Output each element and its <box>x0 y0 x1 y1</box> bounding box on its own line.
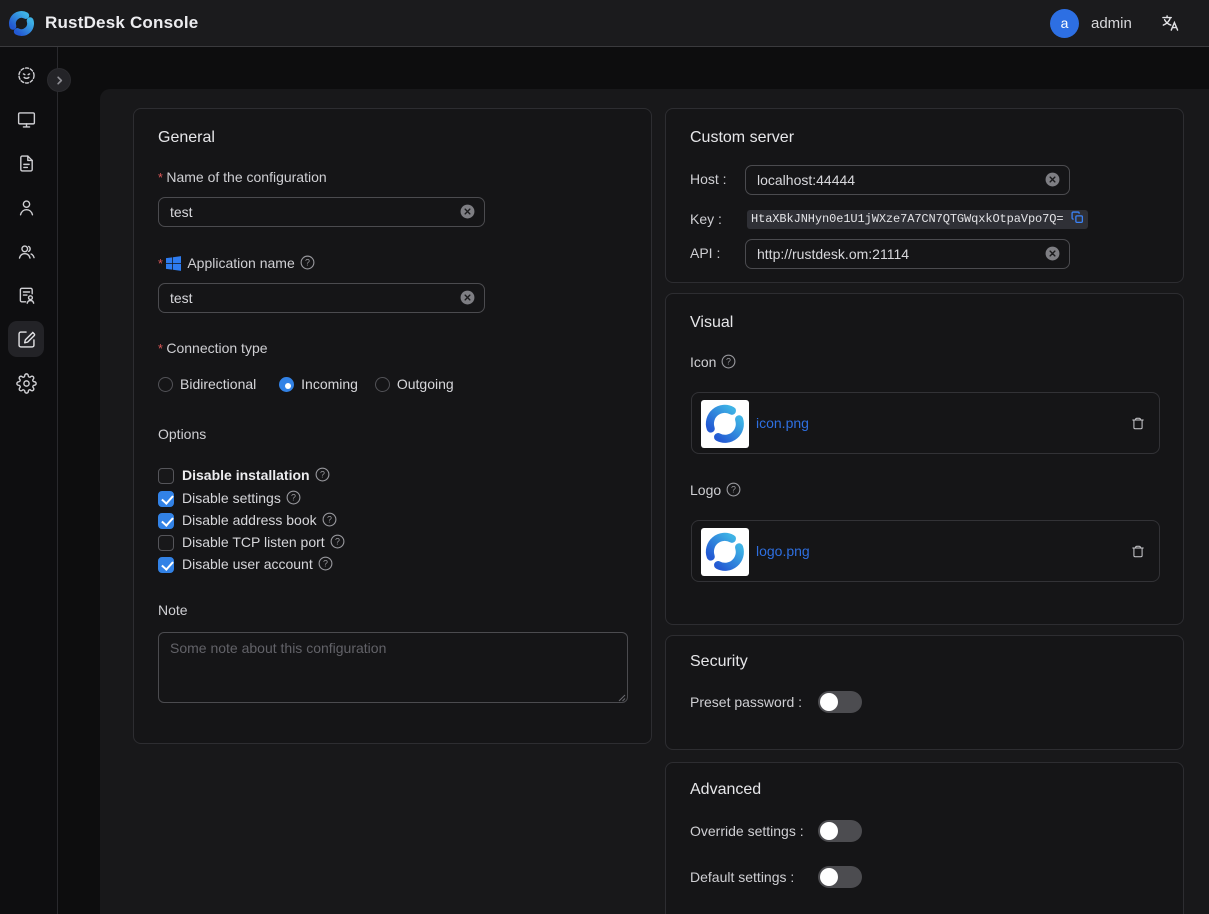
svg-text:?: ? <box>327 515 332 525</box>
svg-text:?: ? <box>335 537 340 547</box>
svg-text:?: ? <box>731 485 736 495</box>
svg-text:?: ? <box>320 470 325 480</box>
svg-text:?: ? <box>323 559 328 569</box>
svg-text:?: ? <box>305 258 310 268</box>
svg-text:?: ? <box>291 493 296 503</box>
svg-text:?: ? <box>726 357 731 367</box>
